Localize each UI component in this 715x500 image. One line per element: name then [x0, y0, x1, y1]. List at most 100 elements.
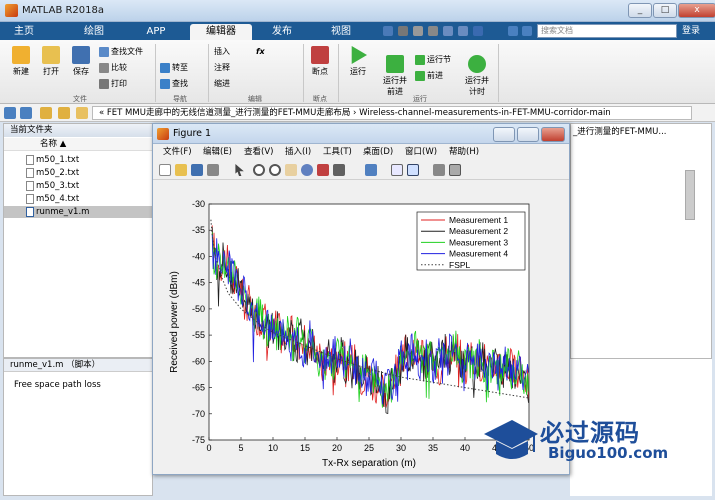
y-tick-label: -35	[192, 225, 205, 235]
close-button[interactable]: x	[678, 3, 715, 18]
open-button[interactable]: 打开	[38, 46, 64, 77]
data-cursor-icon[interactable]	[317, 164, 329, 176]
matlab-logo-icon	[157, 128, 169, 140]
community-icon[interactable]	[522, 26, 532, 36]
find-file-button[interactable]: 查找文件	[99, 46, 143, 58]
legend[interactable]: Measurement 1Measurement 2Measurement 3 M…	[416, 211, 526, 271]
script-file-icon	[26, 207, 34, 217]
pan-icon[interactable]	[285, 164, 297, 176]
compare-icon	[99, 62, 109, 73]
tab-publish[interactable]: 发布	[256, 24, 308, 40]
forward-icon[interactable]	[20, 107, 32, 119]
link-plot-icon[interactable]	[365, 164, 377, 176]
figure-minimize-button[interactable]	[493, 127, 515, 142]
menu-window[interactable]: 窗口(W)	[405, 146, 437, 158]
menu-tools[interactable]: 工具(T)	[323, 146, 352, 158]
address-bar: « FET MMU走廊中的无线信道测量_进行测量的FET-MMU走廊布局 › W…	[0, 104, 715, 122]
x-tick-label: 30	[396, 443, 406, 453]
text-file-icon	[26, 181, 34, 191]
run-section-button[interactable]: 运行节	[415, 54, 451, 66]
indent-button[interactable]: 缩进	[214, 78, 230, 90]
file-item[interactable]: m50_4.txt	[4, 193, 152, 205]
current-folder-path[interactable]: « FET MMU走廊中的无线信道测量_进行测量的FET-MMU走廊布局 › W…	[92, 106, 692, 120]
comment-button[interactable]: 注释	[214, 62, 230, 74]
save-button[interactable]: 保存	[68, 46, 94, 77]
insert-button[interactable]: 插入	[214, 46, 230, 58]
run-advance-button[interactable]: 运行并 前进	[378, 46, 412, 97]
watermark-brand: 必过源码	[540, 419, 640, 447]
up-folder-icon[interactable]	[40, 107, 52, 119]
tab-home[interactable]: 主页	[4, 24, 44, 40]
figure-maximize-button[interactable]	[517, 127, 539, 142]
tab-plots[interactable]: 绘图	[72, 24, 116, 40]
brush-icon[interactable]	[333, 164, 345, 176]
name-column-header[interactable]: 名称 ▲	[4, 138, 152, 151]
tab-apps[interactable]: APP	[134, 24, 178, 40]
legend-entry: Measurement 4	[449, 249, 508, 259]
run-and-time-button[interactable]: 运行并 计时	[460, 46, 494, 97]
zoom-out-icon[interactable]	[269, 164, 281, 176]
menu-insert[interactable]: 插入(I)	[285, 146, 311, 158]
switch-window-icon[interactable]	[473, 26, 483, 36]
find-button[interactable]: 查找	[160, 78, 188, 90]
compare-button[interactable]: 比较	[99, 62, 127, 74]
login-button[interactable]: 登录	[682, 24, 700, 38]
show-plot-tools-icon[interactable]	[449, 164, 461, 176]
fx-button[interactable]: fx	[256, 46, 265, 58]
zoom-in-icon[interactable]	[253, 164, 265, 176]
file-item[interactable]: m50_3.txt	[4, 180, 152, 192]
save-figure-icon[interactable]	[191, 164, 203, 176]
goto-button[interactable]: 转至	[160, 62, 188, 74]
x-tick-label: 20	[332, 443, 342, 453]
colorbar-icon[interactable]	[391, 164, 403, 176]
ribbon-separator	[338, 44, 339, 102]
hide-plot-tools-icon[interactable]	[433, 164, 445, 176]
legend-icon[interactable]	[407, 164, 419, 176]
x-tick-label: 15	[300, 443, 310, 453]
scrollbar-thumb[interactable]	[685, 170, 695, 220]
tab-editor[interactable]: 编辑器	[190, 24, 252, 40]
figure-close-button[interactable]	[541, 127, 565, 142]
minimize-button[interactable]: _	[628, 3, 652, 18]
browse-folder-icon[interactable]	[58, 107, 70, 119]
run-icon	[351, 46, 367, 64]
open-file-icon[interactable]	[175, 164, 187, 176]
print-icon[interactable]	[207, 164, 219, 176]
help-quick-icon[interactable]	[508, 26, 518, 36]
menu-file[interactable]: 文件(F)	[163, 146, 192, 158]
file-item-selected[interactable]: runme_v1.m	[4, 206, 152, 218]
breakpoint-icon	[311, 46, 329, 64]
details-header: runme_v1.m （脚本）	[4, 359, 152, 372]
file-item[interactable]: m50_2.txt	[4, 167, 152, 179]
search-docs-input[interactable]: 搜索文档	[537, 24, 677, 38]
y-tick-label: -50	[192, 304, 205, 314]
rotate-icon[interactable]	[301, 164, 313, 176]
undo-quick-icon[interactable]	[443, 26, 453, 36]
cut-quick-icon[interactable]	[398, 26, 408, 36]
pointer-icon[interactable]	[235, 164, 244, 176]
print-button[interactable]: 打印	[99, 78, 127, 90]
back-icon[interactable]	[4, 107, 16, 119]
y-tick-label: -55	[192, 330, 205, 340]
new-button[interactable]: 新建	[8, 46, 34, 77]
tab-view[interactable]: 视图	[312, 24, 370, 40]
copy-quick-icon[interactable]	[413, 26, 423, 36]
menu-view[interactable]: 查看(V)	[244, 146, 273, 158]
redo-quick-icon[interactable]	[458, 26, 468, 36]
group-label-run: 运行	[413, 95, 427, 103]
file-item[interactable]: m50_1.txt	[4, 154, 152, 166]
advance-button[interactable]: 前进	[415, 70, 443, 82]
group-label-nav: 导航	[173, 95, 187, 103]
y-tick-label: -70	[192, 409, 205, 419]
folder-icon	[42, 46, 60, 64]
paste-quick-icon[interactable]	[428, 26, 438, 36]
menu-edit[interactable]: 编辑(E)	[203, 146, 232, 158]
breakpoints-button[interactable]: 断点	[306, 46, 334, 77]
menu-desktop[interactable]: 桌面(D)	[363, 146, 393, 158]
ribbon-separator	[498, 44, 499, 102]
menu-help[interactable]: 帮助(H)	[449, 146, 479, 158]
new-figure-icon[interactable]	[159, 164, 171, 176]
run-button[interactable]: 运行	[344, 46, 372, 77]
save-quick-icon[interactable]	[383, 26, 393, 36]
maximize-button[interactable]: □	[653, 3, 677, 18]
